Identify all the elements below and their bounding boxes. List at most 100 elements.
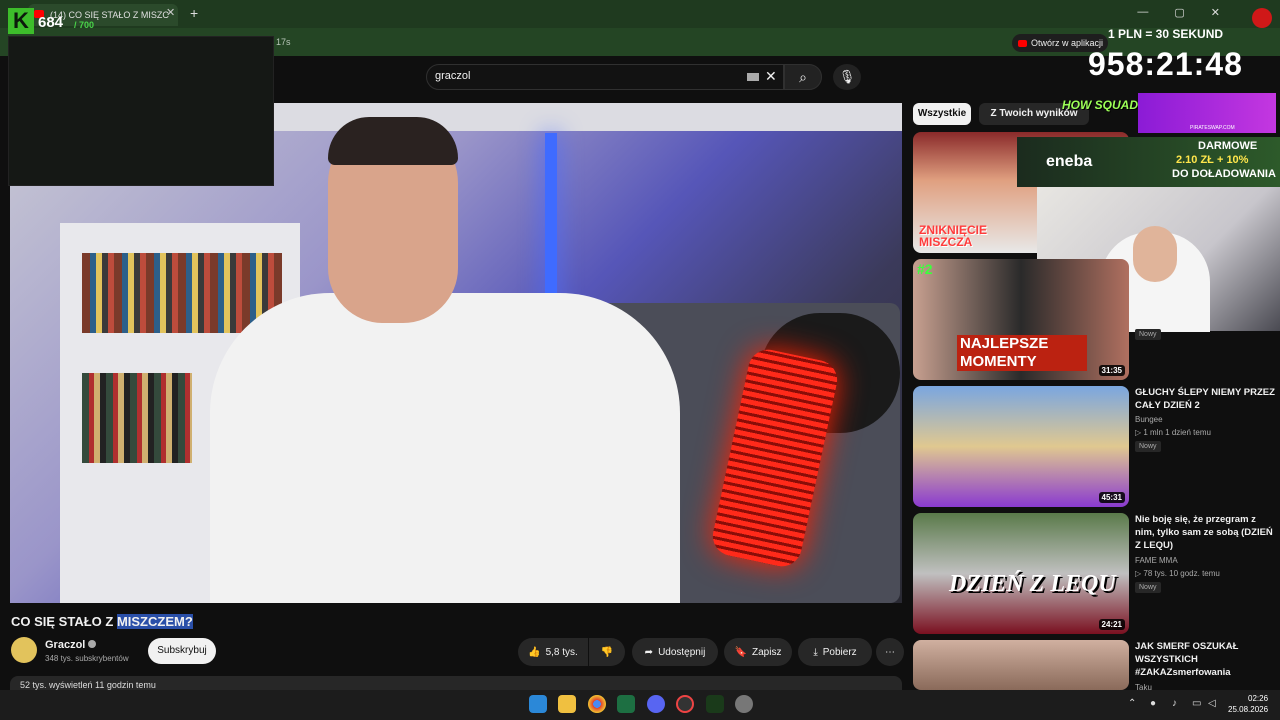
thumbs-down-icon: 👎 [600,646,614,658]
voice-search-button[interactable]: 🎙 [833,64,861,90]
recommended-thumbnail[interactable]: #2 NAJLEPSZE MOMENTY 31:35 [913,259,1129,380]
channel-name[interactable]: Graczol [45,639,97,651]
search-input[interactable] [435,70,725,82]
system-clock[interactable]: 02:26 25.08.2026 [1228,693,1268,715]
clock-time: 02:26 [1248,694,1269,703]
more-actions-button[interactable]: ⋯ [876,638,904,666]
like-count: 5,8 tys. [545,646,578,658]
channel-avatar[interactable] [11,637,37,663]
video-title-highlight: MISZCZEM? [116,614,193,629]
window-close-button[interactable]: ✕ [1211,6,1220,19]
network-icon[interactable]: ▭ [1192,698,1201,709]
save-label: Zapisz [752,646,782,658]
streamer-head [1133,226,1177,282]
chrome-icon[interactable] [588,695,606,713]
thumbnail-text: ZNIKNIĘCIE MISZCZA [919,223,988,249]
subscriber-count: 348 tys. subskrybentów [45,654,129,663]
search-icon: ⌕ [799,69,807,85]
stream-camera-box [8,36,274,186]
app-icon[interactable] [676,695,694,713]
clear-search-icon[interactable]: ✕ [765,68,777,85]
video-title: CO SIĘ STAŁO Z MISZCZEM? [11,614,193,629]
recommended-meta: ▷ 78 tys. 10 godz. temu [1135,569,1220,578]
goal-total: / 700 [74,20,95,30]
timer-label: 1 PLN = 30 SEKUND [1108,27,1224,41]
new-tab-button[interactable]: + [190,5,198,21]
thumbnail-text: DZIEŃ Z LEQU [949,571,1116,597]
volume-icon[interactable]: ◁ [1208,698,1216,709]
microphone-tray-icon[interactable]: ♪ [1172,698,1177,709]
window-controls: — ▢ ✕ [1137,6,1220,19]
thumbnail-badge: #2 [917,261,933,277]
new-badge: Nowy [1135,441,1161,452]
kick-app-icon[interactable] [706,695,724,713]
recommended-channel[interactable]: Taku [1135,683,1152,690]
dislike-button[interactable]: 👎 [589,638,625,666]
eneba-logo: eneba [1046,153,1093,170]
video-duration: 45:31 [1098,492,1125,503]
video-duration: 24:21 [1098,619,1125,630]
bookmark-icon: 🔖 [734,646,747,658]
taskbar [0,690,1280,720]
kick-logo-icon: K [8,8,34,34]
how-squad-logo: HOW SQUAD [1062,98,1138,112]
excel-icon[interactable] [617,695,635,713]
thumbnail-text: NAJLEPSZE MOMENTY [957,335,1087,371]
recommended-thumbnail[interactable] [913,640,1129,690]
recommended-channel[interactable]: FAME MMA [1135,556,1178,565]
share-button[interactable]: ➦ Udostępnij [632,638,718,666]
recommended-title[interactable]: Nie boję się, że przegram z nim, tylko s… [1135,513,1275,552]
recommended-title[interactable]: JAK SMERF OSZUKAŁ WSZYSTKICH #ZAKAZsmerf… [1135,640,1275,679]
chip-all[interactable]: Wszystkie [913,103,971,125]
channel-name-text: Graczol [45,639,86,651]
youtube-icon [1018,39,1027,47]
settings-gear-icon[interactable] [735,695,753,713]
tab-close-icon[interactable]: ✕ [166,6,175,19]
verified-icon [88,640,97,648]
pirateswap-url: PIRATESWAP.COM [1190,125,1235,131]
streamer-avatar-icon [1252,8,1272,28]
share-label: Udostępnij [658,646,706,658]
new-badge: Nowy [1135,582,1161,593]
browser-tab-bar: (14) CO SIĘ STAŁO Z MISZC ✕ + — ▢ ✕ [0,0,1280,28]
recommended-meta: ▷ 1 mln 1 dzień temu [1135,428,1211,437]
download-button[interactable]: ⤓ Pobierz [798,638,872,666]
eneba-ad-line3: DO DOŁADOWANIA [1172,168,1276,180]
person-hair [328,117,458,165]
search-box: ✕ [426,64,784,90]
save-button[interactable]: 🔖 Zapisz [724,638,792,666]
more-icon: ⋯ [885,646,895,658]
tray-app-icon[interactable]: ● [1150,698,1156,709]
download-label: Pobierz [822,646,857,658]
recommended-channel[interactable]: Bungee [1135,415,1163,424]
tab-title: (14) CO SIĘ STAŁO Z MISZC [50,10,169,20]
subathon-timer: 958:21:48 [1088,46,1243,82]
search-button[interactable]: ⌕ [784,64,822,90]
eneba-ad-line1: DARMOWE [1198,140,1258,152]
microphone-icon: 🎙 [838,69,856,84]
start-icon[interactable] [529,695,547,713]
video-title-text: CO SIĘ STAŁO Z [11,614,117,629]
discord-icon[interactable] [647,695,665,713]
goal-counter: 684 [38,14,64,31]
video-duration: 31:35 [1098,365,1125,376]
maximize-button[interactable]: ▢ [1174,6,1184,19]
file-explorer-icon[interactable] [558,695,576,713]
recommended-thumbnail[interactable]: 45:31 [913,386,1129,507]
like-button[interactable]: 👍 5,8 tys. [518,638,588,666]
url-text: 17s [276,37,291,47]
download-icon: ⤓ [813,646,818,658]
recommended-title[interactable]: GŁUCHY ŚLEPY NIEMY PRZEZ CAŁY DZIEŃ 2 [1135,386,1275,412]
subscribe-button[interactable]: Subskrybuj [148,638,216,664]
new-badge: Nowy [1135,329,1161,340]
keyboard-icon[interactable] [747,73,759,81]
share-icon: ➦ [644,646,654,658]
chevron-up-icon[interactable]: ⌃ [1128,698,1136,709]
eneba-ad-line2: 2.10 ZŁ + 10% [1176,154,1249,166]
description-box[interactable]: 52 tys. wyświetleń 11 godzin temu [10,676,902,690]
recommended-thumbnail[interactable]: DZIEŃ Z LEQU 24:21 [913,513,1129,634]
views-line: 52 tys. wyświetleń 11 godzin temu [20,680,156,690]
minimize-button[interactable]: — [1137,6,1148,19]
thumbs-up-icon: 👍 [528,646,541,658]
person-body [210,293,680,603]
